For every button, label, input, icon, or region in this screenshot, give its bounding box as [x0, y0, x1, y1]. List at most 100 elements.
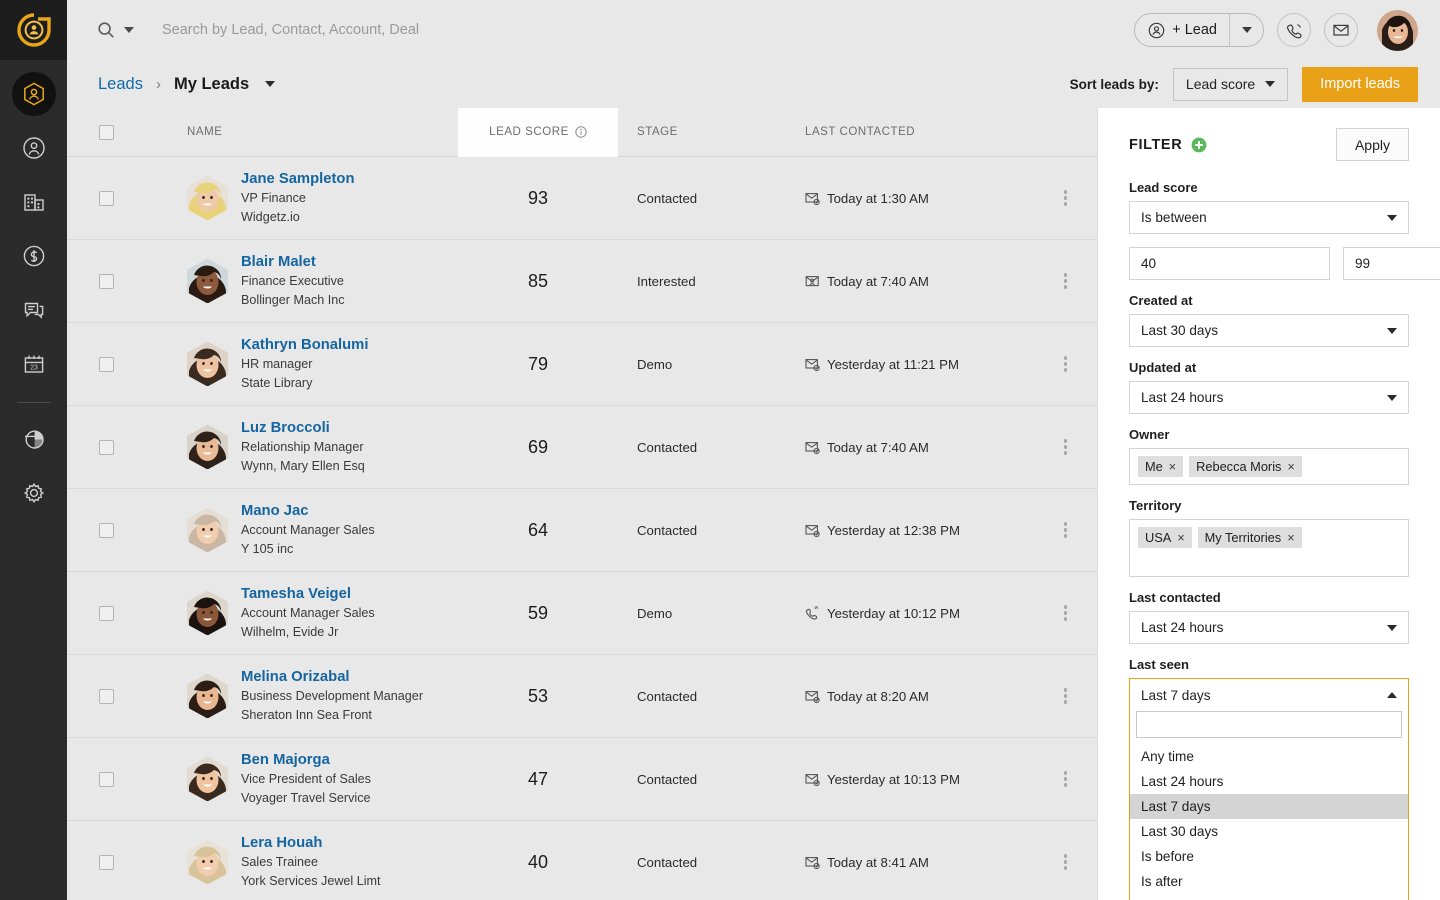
territory-chip-input[interactable]: USA× My Territories×: [1129, 519, 1409, 577]
column-header-lead-score[interactable]: LEAD SCORE: [458, 108, 618, 157]
row-checkbox[interactable]: [99, 357, 114, 372]
row-overflow-menu-icon[interactable]: [1064, 356, 1068, 372]
last-seen-dropdown-head[interactable]: Last 7 days: [1130, 679, 1408, 711]
remove-chip-icon[interactable]: ×: [1169, 460, 1176, 474]
table-row[interactable]: Ben MajorgaVice President of SalesVoyage…: [67, 738, 1098, 821]
row-overflow-menu-icon[interactable]: [1064, 522, 1068, 538]
lead-name-link[interactable]: Blair Malet: [241, 253, 345, 271]
row-overflow-menu-icon[interactable]: [1064, 605, 1068, 621]
table-row[interactable]: Jane SampletonVP FinanceWidgetz.io93Cont…: [67, 157, 1098, 240]
row-overflow-menu-icon[interactable]: [1064, 688, 1068, 704]
info-icon[interactable]: [575, 126, 587, 138]
table-row[interactable]: Blair MaletFinance ExecutiveBollinger Ma…: [67, 240, 1098, 323]
breadcrumb-chevron-down-icon[interactable]: [265, 81, 275, 87]
lead-name-link[interactable]: Mano Jac: [241, 502, 375, 520]
mail-button[interactable]: [1324, 13, 1358, 47]
lead-score-min-input[interactable]: [1129, 247, 1330, 280]
owner-chip[interactable]: Me×: [1138, 456, 1183, 477]
row-overflow-menu-icon[interactable]: [1064, 439, 1068, 455]
plus-circle-icon[interactable]: [1191, 137, 1207, 153]
row-checkbox[interactable]: [99, 689, 114, 704]
lead-name-link[interactable]: Jane Sampleton: [241, 170, 354, 188]
table-row[interactable]: Melina OrizabalBusiness Development Mana…: [67, 655, 1098, 738]
add-lead-button[interactable]: + Lead: [1134, 13, 1264, 47]
lead-name-link[interactable]: Tamesha Veigel: [241, 585, 375, 603]
remove-chip-icon[interactable]: ×: [1287, 460, 1294, 474]
row-checkbox[interactable]: [99, 606, 114, 621]
table-row[interactable]: Kathryn BonalumiHR managerState Library7…: [67, 323, 1098, 406]
last-seen-option[interactable]: Is after: [1130, 869, 1408, 894]
avatar[interactable]: [1377, 10, 1418, 51]
sidebar-item-conversations[interactable]: [12, 288, 56, 332]
last-seen-option[interactable]: Any time: [1130, 744, 1408, 769]
row-checkbox[interactable]: [99, 523, 114, 538]
column-header-last-contacted[interactable]: LAST CONTACTED: [783, 108, 1033, 156]
remove-chip-icon[interactable]: ×: [1177, 531, 1184, 545]
sidebar-item-deals[interactable]: [12, 234, 56, 278]
sidebar-item-leads[interactable]: [12, 72, 56, 116]
search-icon[interactable]: [97, 21, 115, 39]
row-overflow-menu-icon[interactable]: [1064, 771, 1068, 787]
row-overflow-menu-icon[interactable]: [1064, 854, 1068, 870]
add-lead-chevron-down-icon[interactable]: [1229, 14, 1263, 46]
sidebar-item-reports[interactable]: [12, 417, 56, 461]
table-row[interactable]: Luz BroccoliRelationship ManagerWynn, Ma…: [67, 406, 1098, 489]
lead-name-link[interactable]: Melina Orizabal: [241, 668, 423, 686]
sidebar-item-accounts[interactable]: [12, 180, 56, 224]
updated-at-select[interactable]: Last 24 hours: [1129, 381, 1409, 414]
last-seen-option[interactable]: Last 30 days: [1130, 819, 1408, 844]
table-row[interactable]: Lera HouahSales TraineeYork Services Jew…: [67, 821, 1098, 900]
table-row[interactable]: Tamesha VeigelAccount Manager SalesWilhe…: [67, 572, 1098, 655]
breadcrumb-leads[interactable]: Leads: [98, 75, 143, 94]
sidebar-item-contacts[interactable]: [12, 126, 56, 170]
table-row[interactable]: Mano JacAccount Manager SalesY 105 inc64…: [67, 489, 1098, 572]
sort-select[interactable]: Lead score: [1173, 68, 1288, 101]
app-logo[interactable]: [0, 0, 67, 60]
sidebar-item-calendar[interactable]: 23: [12, 342, 56, 386]
row-checkbox[interactable]: [99, 440, 114, 455]
row-overflow-menu-icon[interactable]: [1064, 190, 1068, 206]
lead-score-cell: 64: [458, 520, 618, 541]
row-checkbox[interactable]: [99, 191, 114, 206]
lead-score-max-input[interactable]: [1343, 247, 1440, 280]
breadcrumb-my-leads[interactable]: My Leads: [174, 75, 249, 94]
column-header-stage[interactable]: STAGE: [618, 108, 783, 156]
last-seen-search-input[interactable]: [1136, 711, 1402, 738]
owner-chip[interactable]: Rebecca Moris×: [1189, 456, 1302, 477]
last-contacted-select[interactable]: Last 24 hours: [1129, 611, 1409, 644]
last-seen-option[interactable]: Is before: [1130, 844, 1408, 869]
import-leads-button[interactable]: Import leads: [1302, 67, 1418, 102]
select-all-checkbox[interactable]: [99, 125, 114, 140]
left-sidebar: 23: [0, 0, 67, 900]
building-icon: [21, 189, 47, 215]
territory-chip[interactable]: USA×: [1138, 527, 1192, 548]
call-button[interactable]: [1277, 13, 1311, 47]
created-at-select[interactable]: Last 30 days: [1129, 314, 1409, 347]
lead-name-link[interactable]: Ben Majorga: [241, 751, 371, 769]
lead-name-link[interactable]: Luz Broccoli: [241, 419, 365, 437]
updated-at-value: Last 24 hours: [1141, 390, 1223, 405]
territory-chip[interactable]: My Territories×: [1198, 527, 1302, 548]
row-checkbox[interactable]: [99, 855, 114, 870]
last-seen-option[interactable]: Last 24 hours: [1130, 769, 1408, 794]
search-input[interactable]: [162, 22, 722, 38]
row-checkbox[interactable]: [99, 274, 114, 289]
last-seen-dropdown[interactable]: Last 7 days Any timeLast 24 hoursLast 7 …: [1129, 678, 1409, 900]
breadcrumb-bar: Leads › My Leads Sort leads by: Lead sco…: [67, 60, 1440, 108]
row-overflow-menu-icon[interactable]: [1064, 273, 1068, 289]
add-lead-main[interactable]: + Lead: [1135, 14, 1229, 46]
row-checkbox[interactable]: [99, 772, 114, 787]
lead-score-operator-select[interactable]: Is between: [1129, 201, 1409, 234]
remove-chip-icon[interactable]: ×: [1287, 531, 1294, 545]
lead-name-link[interactable]: Lera Houah: [241, 834, 381, 852]
search-scope-chevron-down-icon[interactable]: [124, 27, 134, 33]
sidebar-item-settings[interactable]: [12, 471, 56, 515]
last-seen-option[interactable]: Last 7 days: [1130, 794, 1408, 819]
column-header-name[interactable]: NAME: [172, 108, 458, 156]
phone-call-icon: [805, 606, 820, 621]
apply-filter-button[interactable]: Apply: [1336, 128, 1409, 161]
last-seen-option[interactable]: Is between: [1130, 894, 1408, 900]
filter-updated-at-label: Updated at: [1129, 360, 1409, 375]
lead-name-link[interactable]: Kathryn Bonalumi: [241, 336, 368, 354]
owner-chip-input[interactable]: Me× Rebecca Moris×: [1129, 448, 1409, 485]
